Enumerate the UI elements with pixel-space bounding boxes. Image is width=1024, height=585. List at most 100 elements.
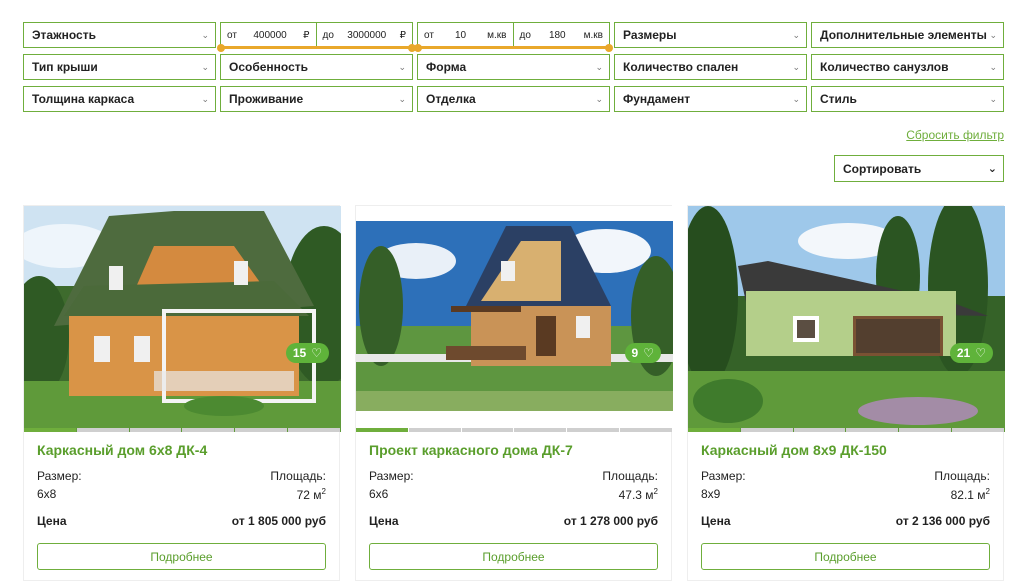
area-from-value: 10 bbox=[454, 29, 467, 41]
price-to-field[interactable]: до 3000000 ₽ bbox=[316, 22, 413, 48]
project-title[interactable]: Каркасный дом 6х8 ДК-4 bbox=[37, 442, 207, 458]
feature-label: Особенность bbox=[229, 60, 309, 74]
project-card[interactable]: 9 ♡ Проект каркасного дома ДК-7 Размер: … bbox=[355, 205, 673, 581]
project-image[interactable]: 21 ♡ bbox=[688, 206, 1005, 432]
slider-dot[interactable] bbox=[129, 428, 182, 432]
photo-count-badge[interactable]: 15 ♡ bbox=[285, 343, 329, 363]
area-from-field[interactable]: от 10 м.кв bbox=[417, 22, 514, 48]
slider-dot[interactable] bbox=[288, 428, 340, 432]
filter-row-2: Тип крыши ⌄ Особенность ⌄ Форма ⌄ Количеств… bbox=[23, 54, 1005, 80]
foundation-label: Фундамент bbox=[623, 92, 691, 106]
frame-thickness-select[interactable]: Толщина каркаса ⌄ bbox=[23, 86, 216, 112]
slider-dot[interactable] bbox=[688, 428, 740, 432]
slider-dot[interactable] bbox=[24, 428, 76, 432]
filter-row-1: Этажность ⌄ от 400000 ₽ до 3000000 ₽ от … bbox=[23, 22, 1005, 52]
reset-filter-link[interactable]: Сбросить фильтр bbox=[906, 128, 1004, 142]
house-photo bbox=[356, 206, 673, 432]
project-image[interactable]: 15 ♡ bbox=[24, 206, 341, 432]
photo-count: 9 bbox=[631, 346, 639, 360]
area-value: 72 м2 bbox=[297, 487, 326, 502]
photo-count-badge[interactable]: 21 ♡ bbox=[949, 343, 993, 363]
sizes-select[interactable]: Размеры ⌄ bbox=[614, 22, 807, 48]
extras-select[interactable]: Дополнительные элементы ⌄ bbox=[811, 22, 1004, 48]
style-select[interactable]: Стиль ⌄ bbox=[811, 86, 1004, 112]
project-image[interactable]: 9 ♡ bbox=[356, 206, 673, 432]
chevron-down-icon: ⌄ bbox=[792, 61, 800, 72]
roof-type-select[interactable]: Тип крыши ⌄ bbox=[23, 54, 216, 80]
photo-count-badge[interactable]: 9 ♡ bbox=[624, 343, 661, 363]
slider-dot[interactable] bbox=[461, 428, 514, 432]
details-button[interactable]: Подробнее bbox=[37, 543, 326, 570]
price-slider-min-handle[interactable] bbox=[217, 44, 225, 52]
area-number: 82.1 м bbox=[950, 488, 986, 502]
photo-count: 15 bbox=[292, 346, 307, 360]
project-card[interactable]: 15 ♡ Каркасный дом 6х8 ДК-4 Размер: Площ… bbox=[23, 205, 341, 581]
price-from-label: от bbox=[227, 29, 237, 41]
chevron-down-icon: ⌄ bbox=[201, 61, 209, 72]
slider-dot[interactable] bbox=[408, 428, 461, 432]
price-from-field[interactable]: от 400000 ₽ bbox=[220, 22, 317, 48]
project-card[interactable]: 21 ♡ Каркасный дом 8х9 ДК-150 Размер: Пл… bbox=[687, 205, 1005, 581]
roof-type-label: Тип крыши bbox=[32, 60, 98, 74]
price-range[interactable]: от 400000 ₽ до 3000000 ₽ bbox=[217, 22, 416, 52]
price-label: Цена bbox=[37, 514, 67, 528]
area-to-field[interactable]: до 180 м.кв bbox=[513, 22, 610, 48]
slider-dot[interactable] bbox=[846, 428, 899, 432]
floors-select[interactable]: Этажность ⌄ bbox=[23, 22, 216, 48]
heart-icon[interactable]: ♡ bbox=[311, 346, 322, 360]
area-number: 72 м bbox=[296, 488, 322, 502]
project-title[interactable]: Проект каркасного дома ДК-7 bbox=[369, 442, 573, 458]
area-label: Площадь: bbox=[602, 469, 658, 483]
slider-dot[interactable] bbox=[356, 428, 408, 432]
sort-select[interactable]: Сортировать ⌄ bbox=[834, 155, 1004, 182]
project-title[interactable]: Каркасный дом 8х9 ДК-150 bbox=[701, 442, 887, 458]
foundation-select[interactable]: Фундамент ⌄ bbox=[614, 86, 807, 112]
slider-dot[interactable] bbox=[952, 428, 1004, 432]
size-value: 8х9 bbox=[701, 487, 721, 501]
chevron-down-icon: ⌄ bbox=[398, 93, 406, 104]
living-select[interactable]: Проживание ⌄ bbox=[220, 86, 413, 112]
area-from-label: от bbox=[424, 29, 434, 41]
slider-dot[interactable] bbox=[182, 428, 235, 432]
heart-icon[interactable]: ♡ bbox=[643, 346, 654, 360]
slider-dot[interactable] bbox=[620, 428, 672, 432]
chevron-down-icon: ⌄ bbox=[595, 93, 603, 104]
chevron-down-icon: ⌄ bbox=[201, 93, 209, 104]
price-label: Цена bbox=[701, 514, 731, 528]
slider-dot[interactable] bbox=[76, 428, 129, 432]
bedrooms-select[interactable]: Количество спален ⌄ bbox=[614, 54, 807, 80]
sort-label: Сортировать bbox=[843, 161, 922, 176]
price-value: от 1 805 000 руб bbox=[231, 514, 326, 528]
price-value: от 2 136 000 руб bbox=[895, 514, 990, 528]
area-label: Площадь: bbox=[934, 469, 990, 483]
living-label: Проживание bbox=[229, 92, 304, 106]
area-sup: 2 bbox=[985, 487, 990, 496]
house-photo bbox=[24, 206, 341, 432]
heart-icon[interactable]: ♡ bbox=[975, 346, 986, 360]
slider-dot[interactable] bbox=[514, 428, 567, 432]
feature-select[interactable]: Особенность ⌄ bbox=[220, 54, 413, 80]
finish-select[interactable]: Отделка ⌄ bbox=[417, 86, 610, 112]
area-to-unit: м.кв bbox=[583, 29, 603, 41]
filter-panel: Этажность ⌄ от 400000 ₽ до 3000000 ₽ от … bbox=[23, 22, 1005, 118]
details-button[interactable]: Подробнее bbox=[701, 543, 990, 570]
slider-dot[interactable] bbox=[235, 428, 288, 432]
area-range[interactable]: от 10 м.кв до 180 м.кв bbox=[414, 22, 613, 52]
details-button[interactable]: Подробнее bbox=[369, 543, 658, 570]
area-slider-max-handle[interactable] bbox=[605, 44, 613, 52]
size-label: Размер: bbox=[701, 469, 746, 483]
slider-dot[interactable] bbox=[740, 428, 793, 432]
shape-select[interactable]: Форма ⌄ bbox=[417, 54, 610, 80]
bedrooms-label: Количество спален bbox=[623, 60, 739, 74]
area-from-unit: м.кв bbox=[487, 29, 507, 41]
slider-dot[interactable] bbox=[567, 428, 620, 432]
slider-dot[interactable] bbox=[793, 428, 846, 432]
bathrooms-select[interactable]: Количество санузлов ⌄ bbox=[811, 54, 1004, 80]
chevron-down-icon: ⌄ bbox=[201, 29, 209, 40]
house-photo bbox=[688, 206, 1005, 432]
size-value: 6х8 bbox=[37, 487, 57, 501]
area-slider-min-handle[interactable] bbox=[414, 44, 422, 52]
slider-dot[interactable] bbox=[899, 428, 952, 432]
floors-label: Этажность bbox=[32, 28, 96, 42]
chevron-down-icon: ⌄ bbox=[987, 163, 997, 175]
